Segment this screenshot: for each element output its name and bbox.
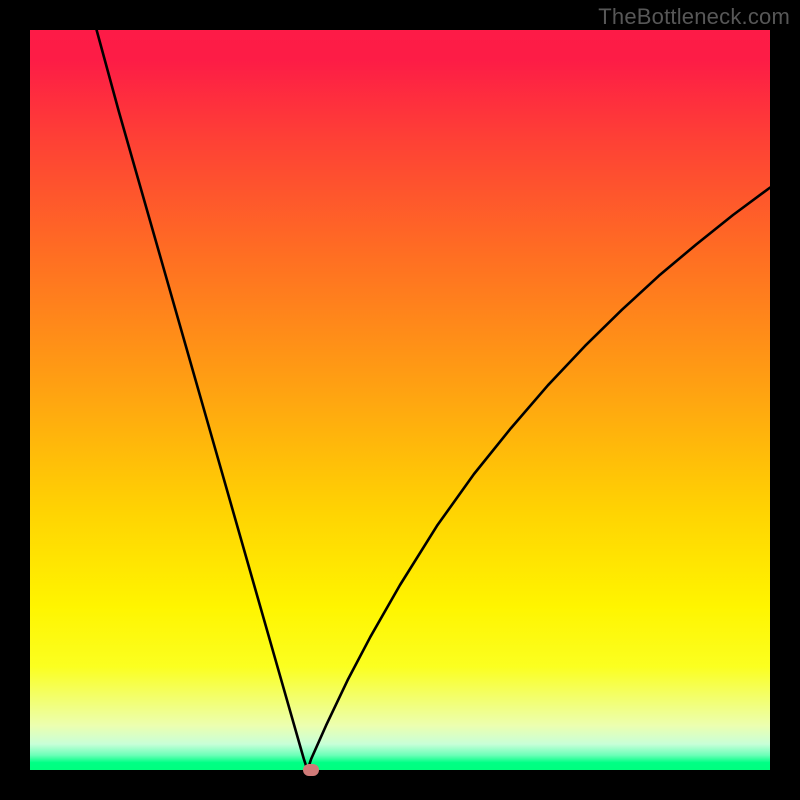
curve-svg — [30, 30, 770, 770]
plot-area — [30, 30, 770, 770]
watermark-text: TheBottleneck.com — [598, 4, 790, 30]
bottleneck-curve — [97, 30, 770, 770]
chart-container: TheBottleneck.com — [0, 0, 800, 800]
optimum-marker — [303, 764, 319, 776]
